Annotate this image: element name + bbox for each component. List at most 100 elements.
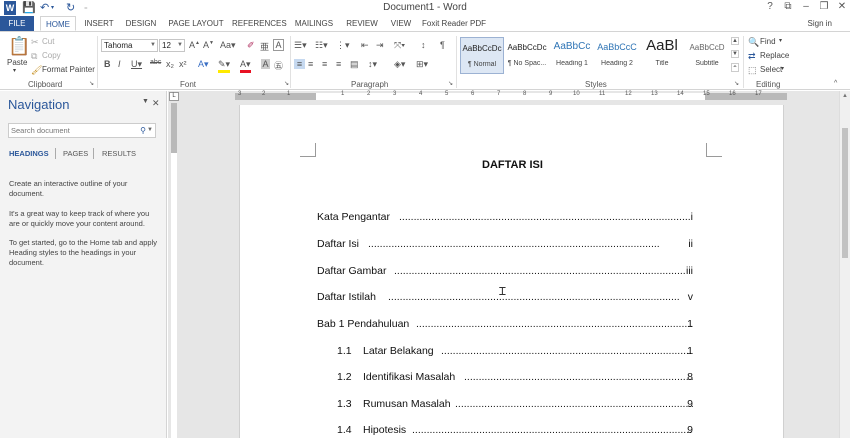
document-page[interactable]: DAFTAR ISI Kata Pengantar ..............… xyxy=(239,105,784,438)
tab-references[interactable]: REFERENCES xyxy=(232,16,287,31)
character-shading-icon[interactable]: A xyxy=(261,59,270,69)
scroll-thumb[interactable] xyxy=(842,128,848,258)
select-button[interactable]: Select xyxy=(760,65,782,74)
tab-review[interactable]: REVIEW xyxy=(342,16,382,31)
tab-design[interactable]: DESIGN xyxy=(122,16,160,31)
tab-home[interactable]: HOME xyxy=(40,16,76,31)
highlight-color-icon[interactable]: ✎▾ xyxy=(218,59,231,73)
search-icon[interactable]: ⚲ xyxy=(140,124,146,137)
tab-headings[interactable]: HEADINGS xyxy=(9,149,49,158)
tab-selector[interactable]: L xyxy=(169,92,179,101)
replace-button[interactable]: Replace xyxy=(760,51,789,60)
grow-font-icon[interactable]: A▲ xyxy=(189,40,200,50)
collapse-ribbon-icon[interactable]: ^ xyxy=(834,80,837,87)
styles-scroll-up-icon[interactable]: ▲ xyxy=(731,37,739,45)
toc-entry[interactable]: 1.4 Hipotesis ...........................… xyxy=(337,424,693,438)
clear-formatting-icon[interactable]: ✐ xyxy=(247,40,255,51)
text-effects-icon[interactable]: A▾ xyxy=(198,59,209,70)
multilevel-list-icon[interactable]: ⋮▾ xyxy=(336,40,350,51)
ribbon-display-options-button[interactable]: ⧉ xyxy=(780,1,796,12)
font-color-icon[interactable]: A▾ xyxy=(240,59,251,73)
underline-icon[interactable]: U▾ xyxy=(131,59,142,70)
show-hide-marks-icon[interactable]: ¶ xyxy=(440,40,445,50)
distributed-icon[interactable]: ▤ xyxy=(350,59,359,70)
tab-insert[interactable]: INSERT xyxy=(80,16,118,31)
tab-results[interactable]: RESULTS xyxy=(102,149,136,158)
center-icon[interactable]: ≡ xyxy=(308,59,313,69)
style-heading-2[interactable]: AaBbCcC Heading 2 xyxy=(595,37,639,74)
style-subtitle[interactable]: AaBbCcD Subtitle xyxy=(685,37,729,74)
toc-entry[interactable]: 1.3 Rumusan Masalah .....................… xyxy=(337,398,693,412)
scroll-up-icon[interactable]: ▲ xyxy=(840,93,850,99)
numbering-icon[interactable]: ☷▾ xyxy=(315,40,328,51)
change-case-icon[interactable]: Aa▾ xyxy=(220,40,236,51)
shrink-font-icon[interactable]: A▼ xyxy=(203,40,214,50)
increase-indent-icon[interactable]: ⇥ xyxy=(376,40,384,51)
format-painter-button[interactable]: Format Painter xyxy=(42,65,95,74)
help-button[interactable]: ? xyxy=(762,1,778,12)
sort-icon[interactable]: ↕ xyxy=(421,40,426,50)
maximize-button[interactable]: ❐ xyxy=(816,1,832,12)
tab-file[interactable]: FILE xyxy=(0,16,34,31)
ruler-number: 8 xyxy=(523,91,527,97)
bold-icon[interactable]: B xyxy=(104,59,111,69)
shading-icon[interactable]: ◈▾ xyxy=(394,59,405,70)
style-normal[interactable]: AaBbCcDc ¶ Normal xyxy=(460,37,504,74)
search-dropdown-icon[interactable]: ▼ xyxy=(147,124,153,137)
find-button[interactable]: Find xyxy=(760,37,776,46)
borders-icon[interactable]: ⊞▾ xyxy=(416,59,428,70)
italic-icon[interactable]: I xyxy=(118,59,121,69)
strikethrough-icon[interactable]: abc xyxy=(150,59,161,66)
tab-foxit-reader-pdf[interactable]: Foxit Reader PDF xyxy=(420,16,488,31)
paste-button[interactable]: Paste xyxy=(7,58,27,67)
tab-pages[interactable]: PAGES xyxy=(63,149,88,158)
style-heading-1[interactable]: AaBbCc Heading 1 xyxy=(550,37,594,74)
subscript-icon[interactable]: x₂ xyxy=(166,59,174,69)
align-right-icon[interactable]: ≡ xyxy=(322,59,327,69)
sign-in-link[interactable]: Sign in xyxy=(808,16,832,31)
cut-button[interactable]: Cut xyxy=(42,37,54,46)
copy-button[interactable]: Copy xyxy=(42,51,61,60)
minimize-button[interactable]: – xyxy=(798,1,814,12)
find-dropdown-icon[interactable]: ▾ xyxy=(779,37,782,44)
paste-icon[interactable]: 📋 xyxy=(8,36,30,57)
justify-icon[interactable]: ≡ xyxy=(336,59,341,69)
close-pane-icon[interactable]: ✕ xyxy=(152,98,160,109)
toc-entry[interactable]: Kata Pengantar .........................… xyxy=(317,211,693,225)
character-border-icon[interactable]: A xyxy=(273,39,284,51)
superscript-icon[interactable]: x² xyxy=(179,59,187,69)
pane-options-icon[interactable]: ▼ xyxy=(142,98,149,105)
enclose-characters-icon[interactable]: ㊄ xyxy=(274,59,283,72)
close-button[interactable]: ✕ xyxy=(834,1,850,12)
tab-view[interactable]: VIEW xyxy=(388,16,414,31)
style-title[interactable]: AaBl Title xyxy=(640,37,684,74)
toc-entry[interactable]: Bab 1 Pendahuluan ......................… xyxy=(317,318,693,332)
paste-dropdown-icon[interactable]: ▾ xyxy=(13,67,16,74)
paragraph-launcher-icon[interactable]: ↘ xyxy=(448,80,453,87)
phonetic-guide-icon[interactable]: 亜 xyxy=(260,40,269,53)
tab-mailings[interactable]: MAILINGS xyxy=(292,16,336,31)
toc-entry[interactable]: Daftar Isi .............................… xyxy=(317,238,693,252)
vertical-scrollbar[interactable]: ▲ xyxy=(839,91,850,438)
search-document-input[interactable]: Search document ⚲ ▼ xyxy=(8,123,156,138)
clipboard-launcher-icon[interactable]: ↘ xyxy=(89,80,94,87)
select-dropdown-icon[interactable]: ▾ xyxy=(781,65,784,72)
font-launcher-icon[interactable]: ↘ xyxy=(284,80,289,87)
toc-entry[interactable]: Daftar Gambar ..........................… xyxy=(317,265,693,279)
text-direction-icon[interactable]: ⤧▾ xyxy=(394,40,405,51)
style-no-spacing[interactable]: AaBbCcDc ¶ No Spac... xyxy=(505,37,549,74)
toc-entry[interactable]: 1.2 Identifikasi Masalah ................… xyxy=(337,371,693,385)
line-spacing-icon[interactable]: ↕▾ xyxy=(368,59,377,70)
styles-more-icon[interactable]: ⩡ xyxy=(731,63,739,72)
bullets-icon[interactable]: ☰▾ xyxy=(294,40,307,51)
help-text-get-started: To get started, go to the Home tab and a… xyxy=(9,238,158,267)
align-left-icon[interactable]: ≡ xyxy=(294,59,305,69)
font-size-combo[interactable]: 12 ▼ xyxy=(159,39,185,52)
styles-scroll-down-icon[interactable]: ▼ xyxy=(731,50,739,58)
font-name-combo[interactable]: Tahoma ▼ xyxy=(101,39,158,52)
toc-leader-dots: ........................................… xyxy=(441,345,693,357)
tab-page-layout[interactable]: PAGE LAYOUT xyxy=(166,16,226,31)
toc-entry[interactable]: 1.1 Latar Belakang ......................… xyxy=(337,345,693,359)
styles-launcher-icon[interactable]: ↘ xyxy=(734,80,739,87)
decrease-indent-icon[interactable]: ⇤ xyxy=(361,40,369,51)
